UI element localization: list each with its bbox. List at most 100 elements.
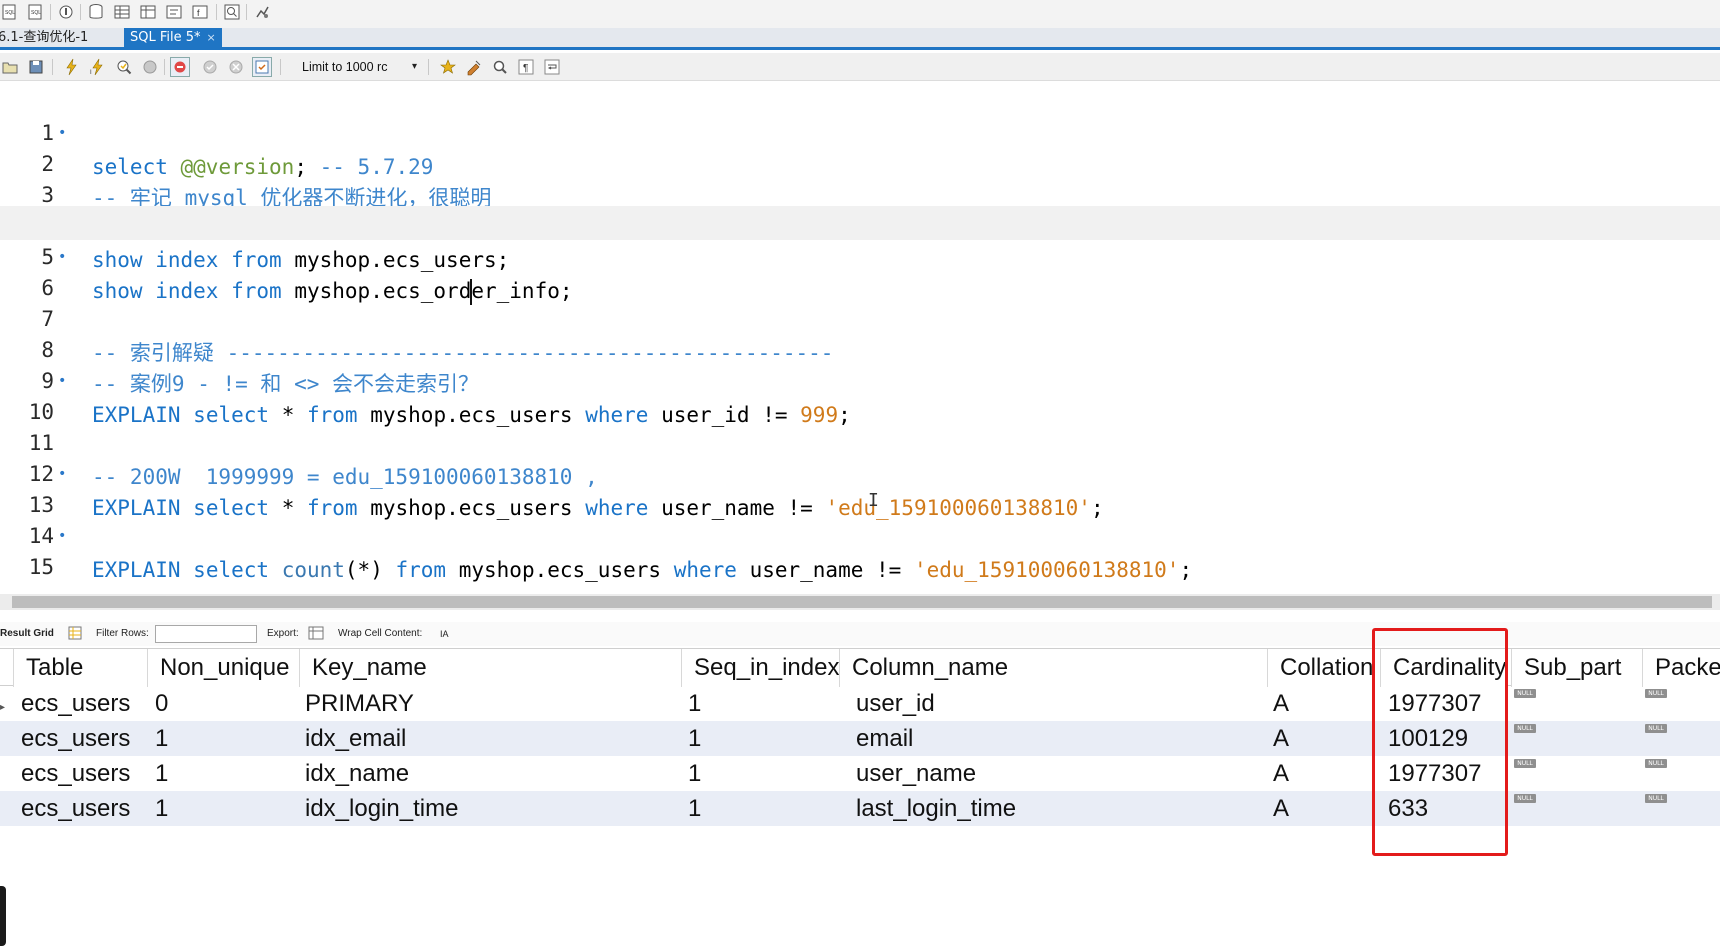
create-procedure-icon[interactable] <box>164 2 184 22</box>
editor-horizontal-scrollbar[interactable] <box>0 594 1720 610</box>
cell-table[interactable]: ecs_users <box>13 686 130 721</box>
cardinality-highlight-box <box>1372 628 1508 856</box>
code-line: 10 <box>0 361 1720 424</box>
cell-column-name[interactable]: email <box>848 721 913 756</box>
export-icon[interactable] <box>308 626 324 644</box>
code-line: 11 -- 200W 1999999 = edu_159100060138810… <box>0 392 1720 489</box>
column-header-non-unique[interactable]: Non_unique <box>147 649 299 687</box>
null-badge[interactable]: NULL <box>1514 689 1536 698</box>
new-sql-tab-icon[interactable]: SQL <box>0 2 20 22</box>
cell-non-unique[interactable]: 1 <box>147 721 168 756</box>
limit-rows-select[interactable]: Limit to 1000 rc <box>302 58 387 76</box>
tab-sql-file-5[interactable]: SQL File 5* × <box>124 28 222 47</box>
cell-key-name[interactable]: idx_email <box>297 721 406 756</box>
code-line: 2 -- 牢记 mysql 优化器不断进化，很聪明 <box>0 113 1720 210</box>
code-line: 8 -- 案例9 - != 和 <> 会不会走索引？ <box>0 299 1720 396</box>
cell-collation[interactable]: A <box>1265 686 1289 721</box>
execute-icon[interactable] <box>62 57 82 77</box>
null-badge[interactable]: NULL <box>1514 794 1536 803</box>
invisible-chars-icon[interactable]: ¶ <box>516 57 536 77</box>
column-header-sub-part[interactable]: Sub_part <box>1511 649 1642 687</box>
cell-column-name[interactable]: last_login_time <box>848 791 1016 826</box>
open-sql-file-icon[interactable]: SQL <box>26 2 46 22</box>
add-snippet-icon[interactable] <box>438 57 458 77</box>
mouse-ibeam-cursor-icon: I <box>868 490 879 511</box>
code-line: 7 -- 索引解疑 ------------------------------… <box>0 268 1720 365</box>
code-line: 6 <box>0 237 1720 300</box>
scrollbar-thumb[interactable] <box>12 596 1712 608</box>
tab-label: SQL File 5* <box>130 30 201 45</box>
rollback-icon[interactable] <box>226 57 246 77</box>
commit-icon[interactable] <box>200 57 220 77</box>
cell-seq-in-index[interactable]: 1 <box>680 756 701 791</box>
close-tab-icon[interactable]: × <box>207 31 216 44</box>
null-badge[interactable]: NULL <box>1645 724 1667 733</box>
reconnect-icon[interactable] <box>252 2 272 22</box>
null-badge[interactable]: NULL <box>1645 689 1667 698</box>
cell-collation[interactable]: A <box>1265 756 1289 791</box>
toggle-stop-on-error-icon[interactable] <box>170 57 190 77</box>
cell-table[interactable]: ecs_users <box>13 721 130 756</box>
beautify-icon[interactable] <box>464 57 484 77</box>
inspector-icon[interactable] <box>56 2 76 22</box>
null-badge[interactable]: NULL <box>1514 724 1536 733</box>
cell-key-name[interactable]: PRIMARY <box>297 686 414 721</box>
create-schema-icon[interactable] <box>86 2 106 22</box>
create-function-icon[interactable]: f <box>190 2 210 22</box>
cell-collation[interactable]: A <box>1265 721 1289 756</box>
code-line: 3 -- 查看用户表索引 <box>0 144 1720 241</box>
column-header-packed[interactable]: Packed <box>1642 649 1720 687</box>
autocommit-icon[interactable] <box>252 57 272 77</box>
cell-key-name[interactable]: idx_name <box>297 756 409 791</box>
create-view-icon[interactable] <box>138 2 158 22</box>
cell-collation[interactable]: A <box>1265 791 1289 826</box>
column-header-collation[interactable]: Collation <box>1267 649 1380 687</box>
stop-icon[interactable] <box>140 57 160 77</box>
cell-seq-in-index[interactable]: 1 <box>680 721 701 756</box>
null-badge[interactable]: NULL <box>1514 759 1536 768</box>
tab-query-optimization[interactable]: 6.1-查询优化-1 <box>0 28 94 47</box>
column-header-seq-in-index[interactable]: Seq_in_index <box>681 649 839 687</box>
grid-view-icon[interactable] <box>68 626 82 644</box>
cell-table[interactable]: ecs_users <box>13 756 130 791</box>
cell-column-name[interactable]: user_id <box>848 686 935 721</box>
code-line-current: 5 • show index from myshop.ecs_order_info… <box>0 206 1720 305</box>
filter-rows-input[interactable] <box>155 625 257 643</box>
cell-table[interactable]: ecs_users <box>13 791 130 826</box>
explain-icon[interactable] <box>114 57 134 77</box>
code-line: 9 • EXPLAIN select * from myshop.ecs_user… <box>0 330 1720 427</box>
wrap-cell-toggle-icon[interactable]: IA <box>440 628 449 640</box>
cell-seq-in-index[interactable]: 1 <box>680 791 701 826</box>
find-replace-icon[interactable] <box>490 57 510 77</box>
svg-text:SQL: SQL <box>31 10 41 16</box>
column-header-key-name[interactable]: Key_name <box>299 649 681 687</box>
execute-current-icon[interactable]: I <box>88 57 108 77</box>
cell-non-unique[interactable]: 0 <box>147 686 168 721</box>
sql-code-editor[interactable]: 1 • select @@version; -- 5.7.29 2 -- 牢记 m… <box>0 82 1720 594</box>
cell-non-unique[interactable]: 1 <box>147 791 168 826</box>
window-edge-marker <box>0 886 6 946</box>
svg-text:¶: ¶ <box>523 63 528 74</box>
column-header-column-name[interactable]: Column_name <box>839 649 1267 687</box>
line-number: 15 <box>28 555 54 579</box>
search-table-data-icon[interactable] <box>222 2 242 22</box>
column-header-table[interactable]: Table <box>13 649 147 687</box>
cell-column-name[interactable]: user_name <box>848 756 976 791</box>
wrap-cell-content-label: Wrap Cell Content: <box>338 628 423 639</box>
cell-key-name[interactable]: idx_login_time <box>297 791 458 826</box>
cell-non-unique[interactable]: 1 <box>147 756 168 791</box>
open-file-icon[interactable] <box>0 57 20 77</box>
result-grid-label[interactable]: Result Grid <box>0 628 54 640</box>
null-badge[interactable]: NULL <box>1645 794 1667 803</box>
main-toolbar: SQL SQL f <box>0 0 1720 28</box>
svg-text:SQL: SQL <box>5 10 15 16</box>
null-badge[interactable]: NULL <box>1645 759 1667 768</box>
save-icon[interactable] <box>26 57 46 77</box>
code-line: 4• show index from myshop.ecs_users; <box>0 175 1720 272</box>
wrap-lines-icon[interactable] <box>542 57 562 77</box>
svg-text:I: I <box>90 70 92 76</box>
chevron-down-icon[interactable]: ▾ <box>412 58 417 76</box>
cell-seq-in-index[interactable]: 1 <box>680 686 701 721</box>
code-line: 13 <box>0 454 1720 517</box>
create-table-icon[interactable] <box>112 2 132 22</box>
